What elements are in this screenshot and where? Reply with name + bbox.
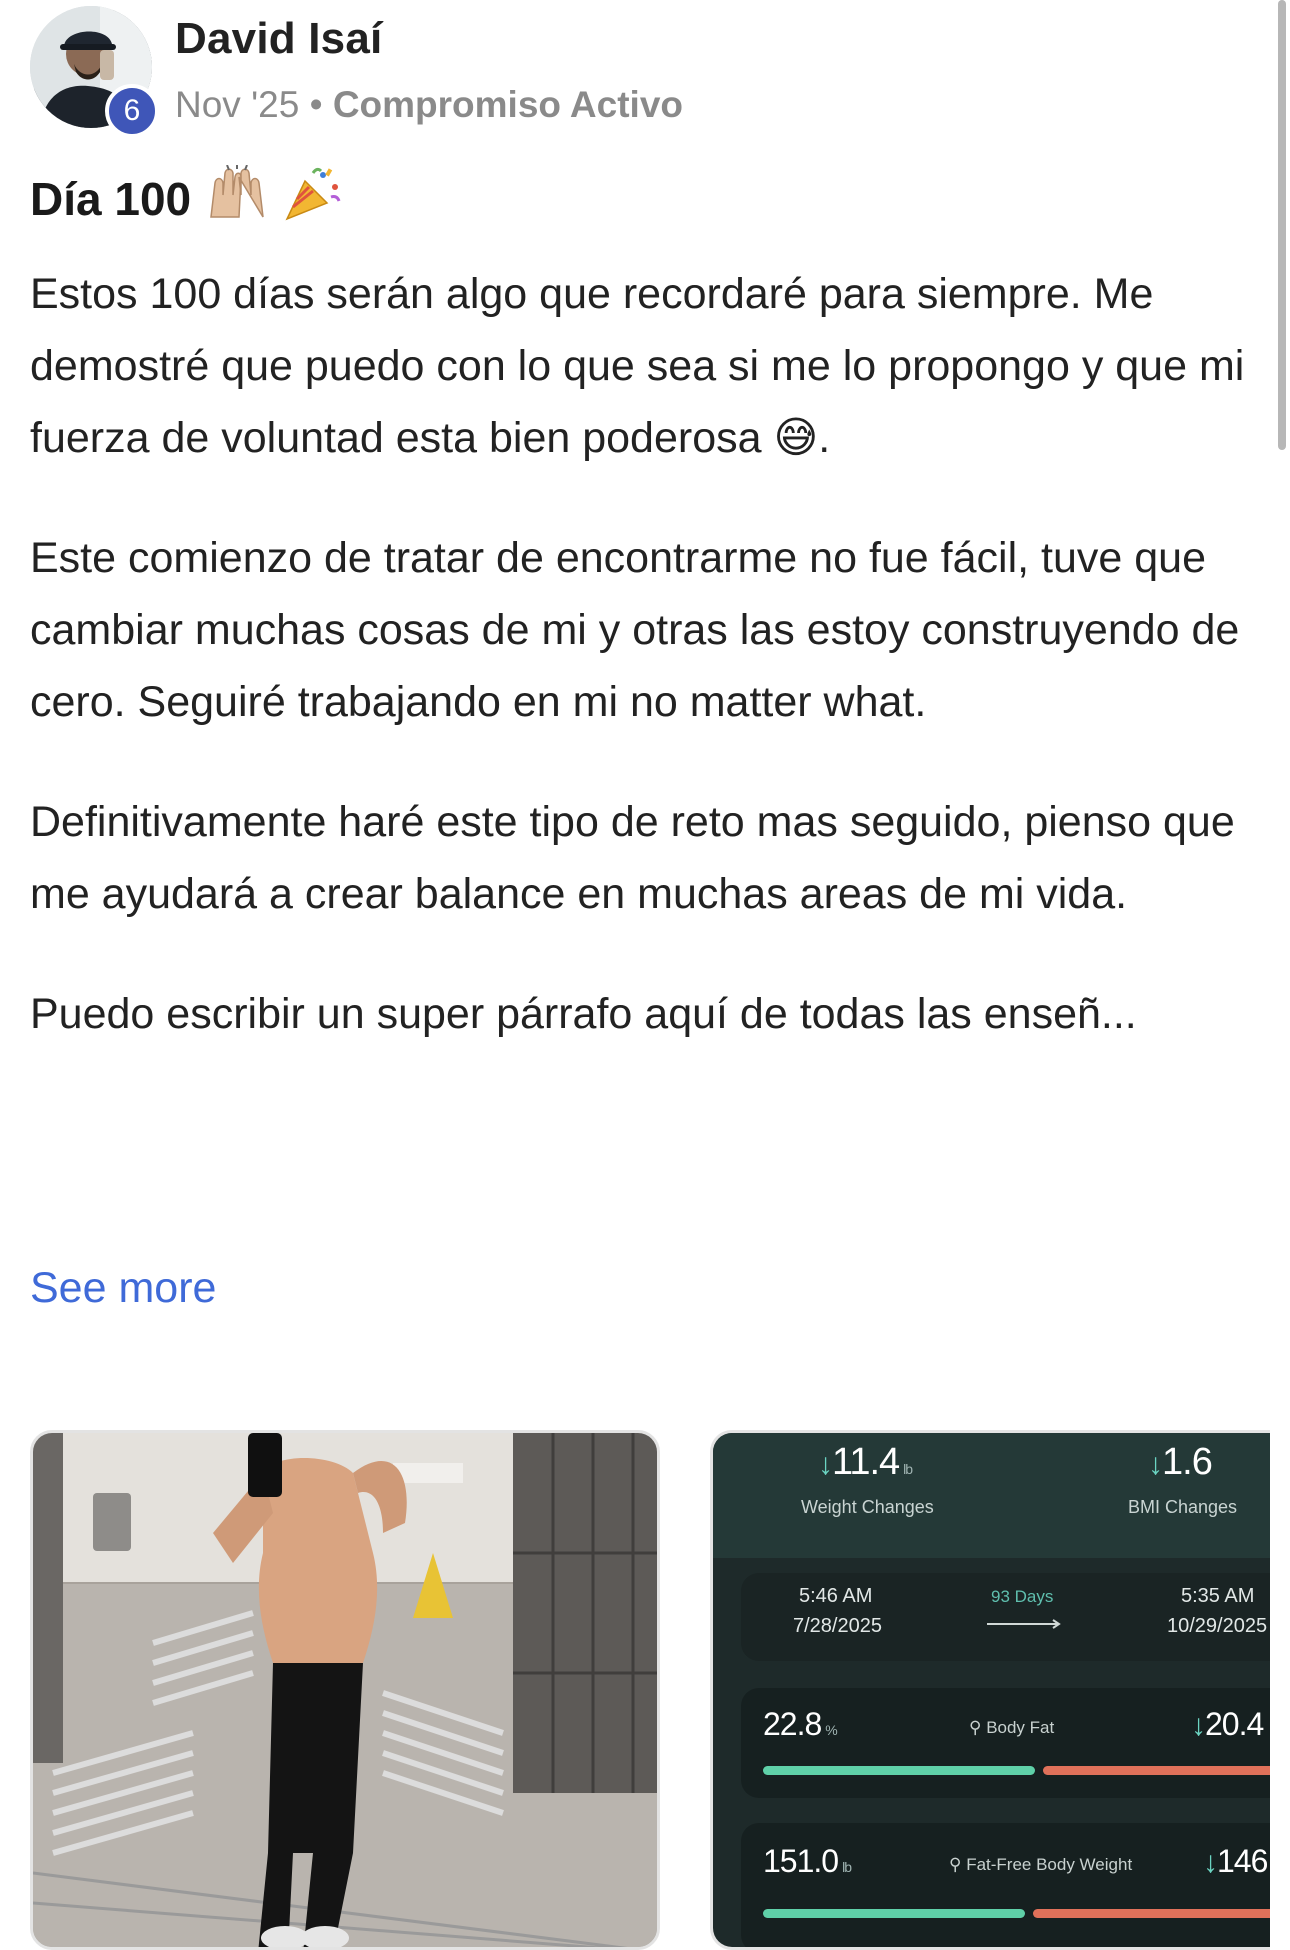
paragraph-3: Definitivamente haré este tipo de reto m… <box>30 798 1235 918</box>
group-name[interactable]: Compromiso Activo <box>333 84 683 125</box>
down-arrow-icon: ↓ <box>1203 1846 1218 1879</box>
bmi-change-label: BMI Changes <box>1128 1497 1238 1517</box>
ffbw-label: ⚲ Fat-Free Body Weight <box>949 1855 1133 1874</box>
body-fat-start: 22.8% <box>763 1706 838 1742</box>
bmi-change-value: ↓1.6 <box>1148 1441 1213 1483</box>
date-range-box: 5:46 AM 7/28/2025 93 Days 5:35 AM 10/29/… <box>741 1573 1270 1661</box>
paragraph-4: Puedo escribir un super párrafo aquí de … <box>30 990 1137 1038</box>
body-fat-end: ↓20.4 <box>1191 1706 1264 1742</box>
post-meta: Nov '25 • Compromiso Activo <box>175 84 683 126</box>
post-title-text: Día 100 <box>30 172 192 225</box>
ffbw-end: ↓146.7 <box>1203 1843 1270 1879</box>
see-more-link[interactable]: See more <box>30 1264 216 1313</box>
post-date: Nov '25 <box>175 84 300 125</box>
post-body: Estos 100 días serán algo que recordaré … <box>30 258 1270 1098</box>
end-date: 10/29/2025 <box>1167 1615 1268 1637</box>
ffbw-start: 151.0 lb <box>763 1843 852 1879</box>
raising-hands-icon <box>205 164 269 232</box>
down-arrow-icon: ↓ <box>1148 1448 1163 1481</box>
duration: 93 Days <box>991 1587 1054 1606</box>
body-stats-screenshot[interactable]: ↓11.4 lb Weight Changes ↓1.6 BMI Changes … <box>710 1430 1270 1950</box>
start-date: 7/28/2025 <box>793 1615 882 1637</box>
party-popper-icon <box>283 165 343 232</box>
ffbw-row: 151.0lb ⚲ Fat-Free Body Weight ↓146.7 <box>741 1823 1270 1947</box>
weight-change-value: ↓11.4 lb <box>818 1441 913 1483</box>
down-arrow-icon: ↓ <box>1191 1709 1206 1742</box>
down-arrow-icon: ↓ <box>818 1448 833 1481</box>
gym-photo[interactable] <box>30 1430 660 1950</box>
end-time: 5:35 AM <box>1181 1585 1255 1607</box>
weight-change-label: Weight Changes <box>801 1497 934 1517</box>
ffbw-bar-end <box>1033 1909 1270 1918</box>
meta-separator: • <box>309 84 323 125</box>
body-fat-label: ⚲ Body Fat <box>969 1718 1055 1737</box>
scrollbar[interactable] <box>1278 0 1286 450</box>
author-name[interactable]: David Isaí <box>175 14 382 64</box>
body-fat-bar-start <box>763 1766 1035 1775</box>
arrow-right-icon <box>987 1619 1061 1629</box>
start-time: 5:46 AM <box>799 1585 873 1607</box>
body-fat-bar-end <box>1043 1766 1270 1775</box>
level-badge: 6 <box>105 84 159 138</box>
post-title: Día 100 <box>30 164 343 232</box>
ffbw-bar-start <box>763 1909 1025 1918</box>
paragraph-1: Estos 100 días serán algo que recordaré … <box>30 270 1245 462</box>
body-fat-row: 22.8% ⚲ Body Fat ↓20.4 <box>741 1688 1270 1798</box>
paragraph-2: Este comienzo de tratar de encontrarme n… <box>30 534 1240 726</box>
